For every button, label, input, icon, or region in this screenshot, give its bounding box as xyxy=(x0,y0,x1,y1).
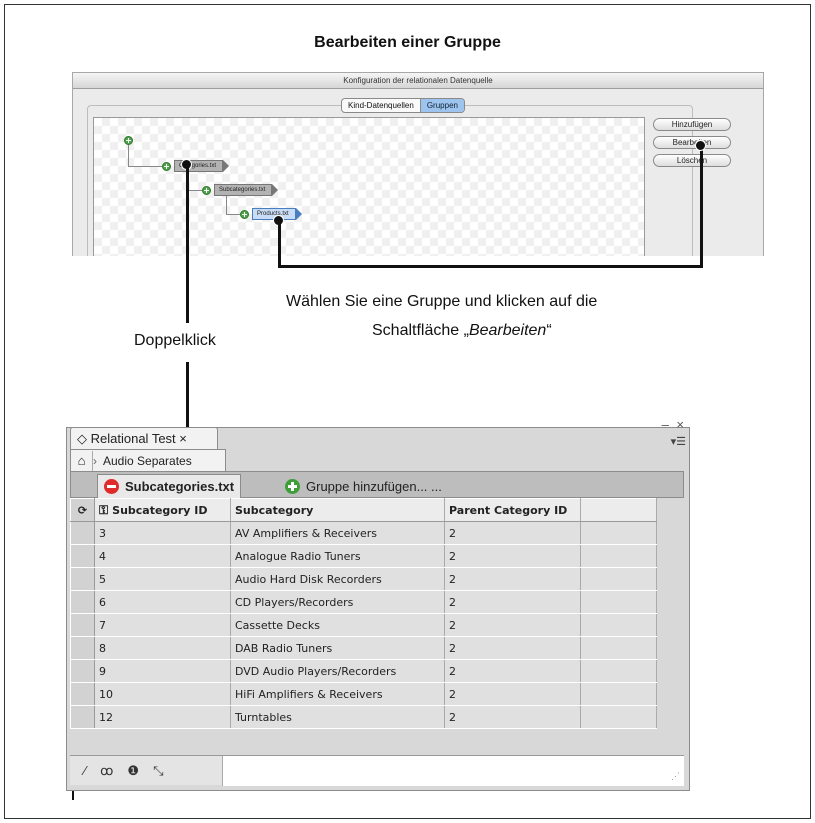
cell-id[interactable]: 9 xyxy=(94,659,231,683)
delete-button[interactable]: Löschen xyxy=(653,154,731,167)
resize-grip-icon[interactable]: ⋰ xyxy=(671,771,680,782)
cell-subcategory[interactable]: Turntables xyxy=(230,705,445,729)
add-child-icon[interactable] xyxy=(240,210,249,219)
add-root-icon[interactable] xyxy=(124,136,133,145)
cell-subcategory[interactable]: Audio Hard Disk Recorders xyxy=(230,567,445,591)
marker-edit-button xyxy=(695,140,706,151)
cell-parent-id[interactable]: 2 xyxy=(444,521,581,545)
table-row[interactable]: 9 DVD Audio Players/Recorders 2 xyxy=(70,659,657,683)
cell-subcategory[interactable]: AV Amplifiers & Receivers xyxy=(230,521,445,545)
segment-groups[interactable]: Gruppen xyxy=(419,99,464,112)
connector-select-horizontal xyxy=(278,265,703,268)
chevron-right-icon: › xyxy=(93,453,97,468)
group-tree-canvas[interactable]: Categories.txt Subcategories.txt Product… xyxy=(93,117,645,256)
tab-close-icon[interactable]: × xyxy=(179,431,187,446)
key-icon: ⚿ xyxy=(99,502,109,517)
cell-parent-id[interactable]: 2 xyxy=(444,567,581,591)
add-child-icon[interactable] xyxy=(202,186,211,195)
data-table: ⟳ ⚿ Subcategory ID Subcategory Parent Cat… xyxy=(70,498,657,729)
tab-subcategories[interactable]: Subcategories.txt xyxy=(97,474,242,498)
cell-parent-id[interactable]: 2 xyxy=(444,590,581,614)
tree-connector xyxy=(128,145,129,167)
tree-connector xyxy=(188,190,202,191)
connector-select-left xyxy=(278,222,281,267)
dialog-segmented-control: Kind-Datenquellen Gruppen xyxy=(341,98,465,113)
cell-id[interactable]: 3 xyxy=(94,521,231,545)
cell-parent-id[interactable]: 2 xyxy=(444,544,581,568)
table-row[interactable]: 8 DAB Radio Tuners 2 xyxy=(70,636,657,660)
tree-connector xyxy=(128,166,162,167)
connector-select-right xyxy=(700,145,703,268)
cell-id[interactable]: 12 xyxy=(94,705,231,729)
relational-panel: – × ▾☰ ◇ Relational Test × ⌂ › Audio Sep… xyxy=(66,417,690,791)
home-icon[interactable]: ⌂ xyxy=(71,450,93,471)
cell-parent-id[interactable]: 2 xyxy=(444,613,581,637)
figure-title: Bearbeiten einer Gruppe xyxy=(314,34,501,51)
cell-parent-id[interactable]: 2 xyxy=(444,682,581,706)
column-header[interactable]: Subcategory xyxy=(230,498,445,522)
table-row[interactable]: 7 Cassette Decks 2 xyxy=(70,613,657,637)
tree-node-subcategories[interactable]: Subcategories.txt xyxy=(214,184,279,196)
cell-subcategory[interactable]: DAB Radio Tuners xyxy=(230,636,445,660)
cell-subcategory[interactable]: HiFi Amplifiers & Receivers xyxy=(230,682,445,706)
table-header-row: ⟳ ⚿ Subcategory ID Subcategory Parent Cat… xyxy=(70,498,657,522)
table-row[interactable]: 10 HiFi Amplifiers & Receivers 2 xyxy=(70,682,657,706)
window-controls[interactable]: – × xyxy=(662,417,686,432)
cell-id[interactable]: 8 xyxy=(94,636,231,660)
table-row[interactable]: 3 AV Amplifiers & Receivers 2 xyxy=(70,521,657,545)
segment-child-sources[interactable]: Kind-Datenquellen xyxy=(342,99,420,112)
caption-select-line2: Schaltfläche „Bearbeiten“ xyxy=(372,322,552,339)
add-group-button[interactable]: Gruppe hinzufügen... ... xyxy=(285,474,442,498)
wand-icon[interactable]: ⁄ xyxy=(84,763,86,778)
dialog-title: Konfiguration der relationalen Datenquel… xyxy=(73,73,763,89)
edit-button[interactable]: Bearbeiten xyxy=(653,136,731,149)
cell-subcategory[interactable]: Cassette Decks xyxy=(230,613,445,637)
panel-menu-icon[interactable]: ▾☰ xyxy=(671,435,686,448)
panel-tab-label: Relational Test xyxy=(90,431,176,446)
table-row[interactable]: 6 CD Players/Recorders 2 xyxy=(70,590,657,614)
datasource-config-dialog: Konfiguration der relationalen Datenquel… xyxy=(72,72,764,256)
cell-parent-id[interactable]: 2 xyxy=(444,636,581,660)
cell-subcategory[interactable]: CD Players/Recorders xyxy=(230,590,445,614)
tab-sort-icon: ◇ xyxy=(77,431,87,446)
cell-id[interactable]: 7 xyxy=(94,613,231,637)
panel-tab[interactable]: ◇ Relational Test × xyxy=(70,427,218,449)
cell-parent-id[interactable]: 2 xyxy=(444,659,581,683)
group-tabs-bar: Subcategories.txt Gruppe hinzufügen... .… xyxy=(70,471,684,498)
column-header xyxy=(580,498,657,522)
cell-id[interactable]: 6 xyxy=(94,590,231,614)
cell-parent-id[interactable]: 2 xyxy=(444,705,581,729)
cell-id[interactable]: 5 xyxy=(94,567,231,591)
add-group-label: Gruppe hinzufügen... ... xyxy=(306,478,442,494)
table-row[interactable]: 5 Audio Hard Disk Recorders 2 xyxy=(70,567,657,591)
statusbar-field xyxy=(223,756,684,786)
connector-doubleclick-upper xyxy=(186,168,189,323)
add-group-icon xyxy=(285,478,300,494)
refresh-icon[interactable]: ⟳ xyxy=(70,498,95,522)
tree-connector xyxy=(226,196,227,214)
table-row[interactable]: 12 Turntables 2 xyxy=(70,705,657,729)
panel-statusbar: ⁄ ꝏ ❶ ⤡ ⋰ xyxy=(70,755,684,786)
column-header[interactable]: Parent Category ID xyxy=(444,498,581,522)
cell-subcategory[interactable]: DVD Audio Players/Recorders xyxy=(230,659,445,683)
info-icon[interactable]: ❶ xyxy=(127,763,139,779)
binoculars-icon[interactable]: ꝏ xyxy=(100,763,113,779)
tree-connector xyxy=(226,214,240,215)
caption-select-line1: Wählen Sie eine Gruppe und klicken auf d… xyxy=(286,293,598,310)
cell-id[interactable]: 10 xyxy=(94,682,231,706)
tab-subcategories-label: Subcategories.txt xyxy=(125,479,235,494)
add-button[interactable]: Hinzufügen xyxy=(653,118,731,131)
cell-subcategory[interactable]: Analogue Radio Tuners xyxy=(230,544,445,568)
caption-doubleclick: Doppelklick xyxy=(134,332,216,349)
column-header[interactable]: ⚿ Subcategory ID xyxy=(94,498,231,522)
add-child-icon[interactable] xyxy=(162,162,171,171)
breadcrumb: ⌂ › Audio Separates xyxy=(70,449,226,471)
collapse-icon[interactable]: ⤡ xyxy=(153,763,163,779)
table-row[interactable]: 4 Analogue Radio Tuners 2 xyxy=(70,544,657,568)
cell-id[interactable]: 4 xyxy=(94,544,231,568)
breadcrumb-item[interactable]: Audio Separates xyxy=(103,454,192,468)
remove-group-icon[interactable] xyxy=(104,479,119,494)
